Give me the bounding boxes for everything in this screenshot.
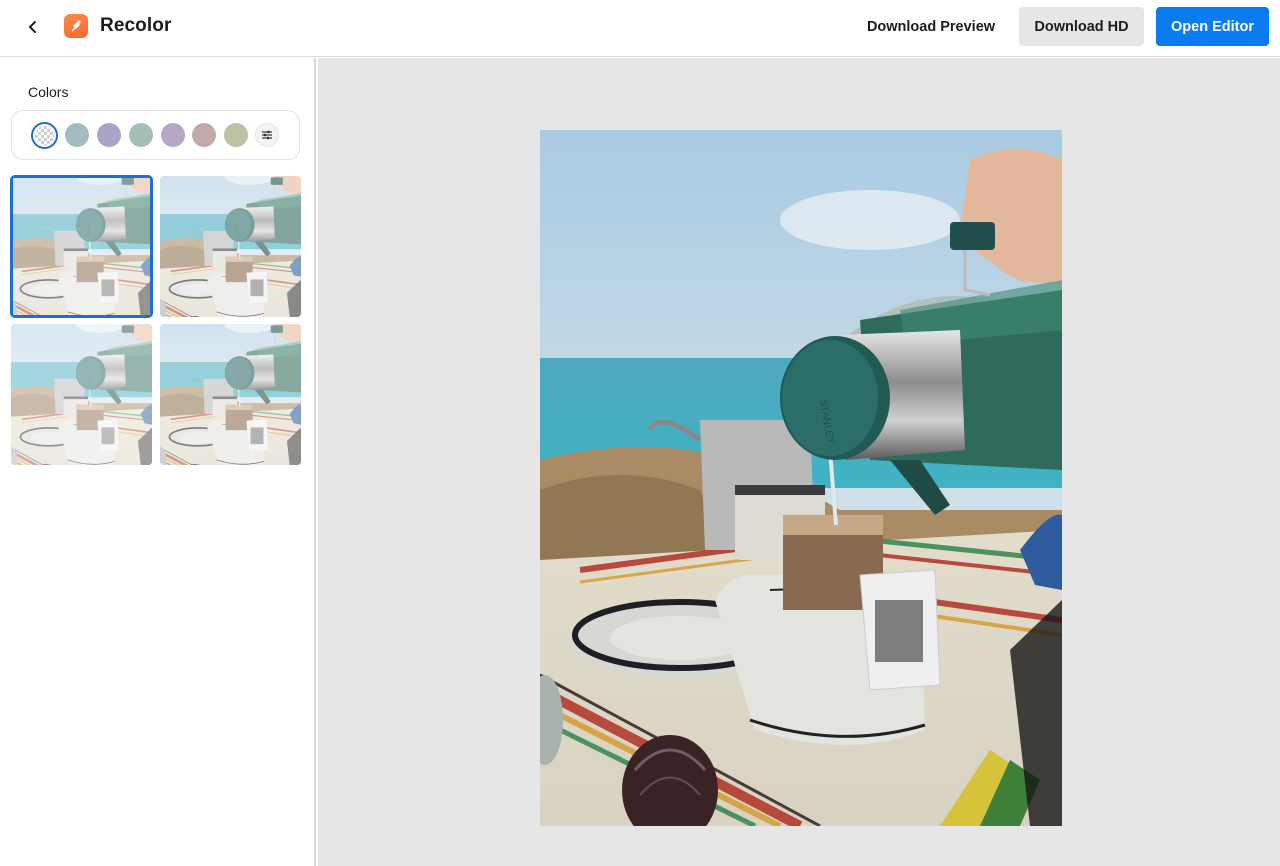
swatch-transparent[interactable] xyxy=(31,122,58,149)
swatch-slate-teal[interactable] xyxy=(65,123,89,147)
download-preview-button[interactable]: Download Preview xyxy=(856,7,1006,46)
variation-thumbnail-4[interactable]: STANLEY xyxy=(160,324,301,465)
variation-thumbnail-2[interactable]: STANLEY xyxy=(160,176,301,317)
swatch-lavender[interactable] xyxy=(97,123,121,147)
swatch-lilac[interactable] xyxy=(161,123,185,147)
thumbnail-overlay xyxy=(13,178,150,315)
open-editor-button[interactable]: Open Editor xyxy=(1156,7,1269,46)
transparent-checker-icon xyxy=(35,126,54,145)
top-bar: Recolor Download Preview Download HD Ope… xyxy=(0,0,1280,57)
swatch-dusty-rose[interactable] xyxy=(192,123,216,147)
sidebar: Colors STANLEY STANLEY STANLEY xyxy=(0,58,316,866)
swatch-sage-green[interactable] xyxy=(129,123,153,147)
thumbnail-overlay xyxy=(160,324,301,465)
back-button[interactable] xyxy=(20,14,46,40)
colors-label: Colors xyxy=(28,84,69,100)
preview-image[interactable]: STANLEY xyxy=(540,130,1062,826)
coffee-pour-photo: STANLEY xyxy=(540,130,1062,826)
chevron-left-icon xyxy=(29,21,36,33)
thumbnail-overlay xyxy=(160,176,301,317)
variation-thumbnail-1[interactable]: STANLEY xyxy=(10,175,153,318)
thumbnail-overlay xyxy=(11,324,152,465)
download-hd-button[interactable]: Download HD xyxy=(1019,7,1144,46)
variation-thumbnail-3[interactable]: STANLEY xyxy=(11,324,152,465)
sliders-icon xyxy=(262,130,272,140)
app-logo xyxy=(64,14,88,38)
color-palette xyxy=(11,110,300,160)
preview-canvas: STANLEY xyxy=(318,58,1280,866)
app-title: Recolor xyxy=(100,15,172,36)
swatch-olive-sage[interactable] xyxy=(224,123,248,147)
adjust-colors-button[interactable] xyxy=(255,123,279,147)
brush-icon xyxy=(71,20,81,32)
